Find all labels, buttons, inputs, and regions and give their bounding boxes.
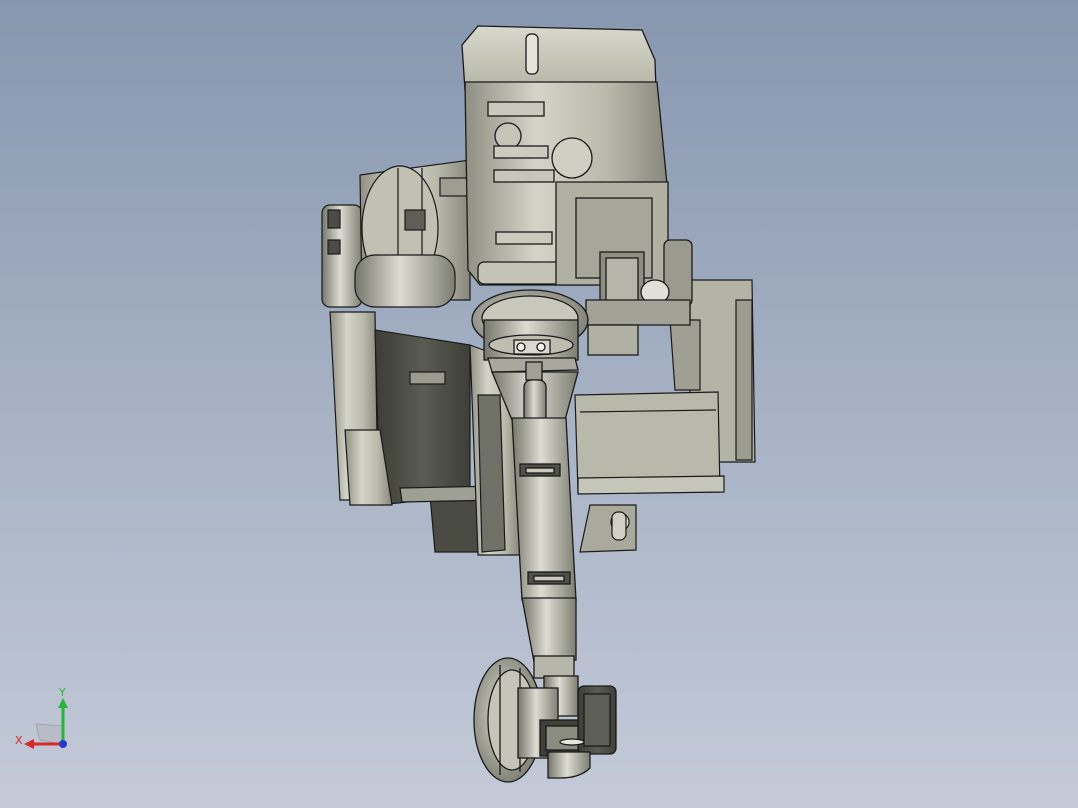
x-axis-label: X [15, 734, 23, 747]
left-motor [321, 159, 471, 308]
y-axis-label: Y [58, 686, 66, 699]
y-axis-arrow [58, 698, 68, 708]
z-axis-dot [59, 740, 67, 748]
triad-plane [35, 723, 65, 745]
axis-triad: Y X [15, 686, 68, 749]
3d-viewport[interactable]: Y X [0, 0, 1078, 808]
x-axis-arrow [24, 739, 34, 749]
robot-arm-model[interactable] [0, 0, 1078, 808]
